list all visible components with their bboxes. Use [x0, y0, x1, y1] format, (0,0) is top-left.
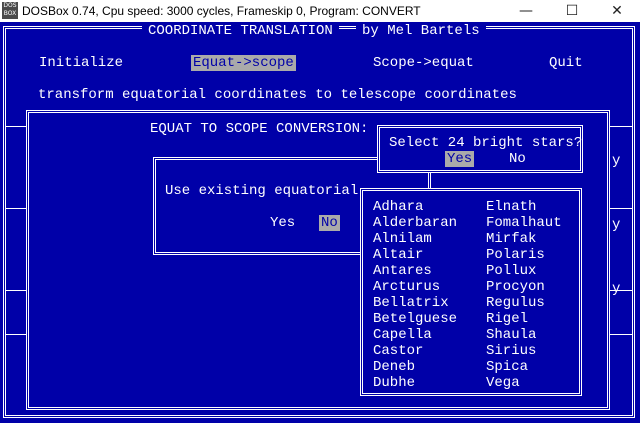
dosbox-icon: DOS BOX: [2, 2, 18, 19]
star-item[interactable]: Betelguese: [373, 311, 457, 327]
star-item[interactable]: Spica: [486, 359, 528, 375]
existing-no-option[interactable]: No: [319, 215, 340, 231]
description-text: transform equatorial coordinates to tele…: [38, 87, 517, 103]
window-title: DOSBox 0.74, Cpu speed: 3000 cycles, Fra…: [22, 4, 421, 18]
frame-tick: [6, 208, 26, 209]
frame-tick: [608, 334, 633, 335]
menu-equat-to-scope[interactable]: Equat->scope: [191, 55, 296, 71]
window-titlebar[interactable]: DOS BOX DOSBox 0.74, Cpu speed: 3000 cyc…: [0, 0, 640, 22]
star-item[interactable]: Procyon: [486, 279, 545, 295]
star-item[interactable]: Vega: [486, 375, 520, 391]
select-stars-prompt: Select 24 bright stars?: [389, 135, 583, 151]
star-item[interactable]: Sirius: [486, 343, 536, 359]
star-item[interactable]: Deneb: [373, 359, 415, 375]
star-item[interactable]: Capella: [373, 327, 432, 343]
existing-yes-option[interactable]: Yes: [270, 215, 295, 231]
star-item[interactable]: Adhara: [373, 199, 423, 215]
star-item[interactable]: Alnilam: [373, 231, 432, 247]
frame-tick: [6, 290, 26, 291]
dos-screen: COORDINATE TRANSLATION by Mel Bartels In…: [0, 22, 640, 423]
star-item[interactable]: Pollux: [486, 263, 536, 279]
right-edge-char: y: [612, 281, 621, 297]
close-button[interactable]: ✕: [594, 0, 640, 22]
star-item[interactable]: Rigel: [486, 311, 528, 327]
right-edge-char: y: [612, 217, 621, 233]
menu-initialize[interactable]: Initialize: [39, 55, 123, 71]
conversion-title: EQUAT TO SCOPE CONVERSION:: [150, 121, 369, 137]
star-item[interactable]: Dubhe: [373, 375, 415, 391]
star-item[interactable]: Castor: [373, 343, 423, 359]
dosbox-window: DOS BOX DOSBox 0.74, Cpu speed: 3000 cyc…: [0, 0, 640, 423]
star-item[interactable]: Alderbaran: [373, 215, 457, 231]
frame-tick: [608, 126, 633, 127]
frame-tick: [6, 334, 26, 335]
frame-tick: [608, 208, 633, 209]
stars-yes-option[interactable]: Yes: [445, 151, 475, 167]
star-item[interactable]: Altair: [373, 247, 423, 263]
star-item[interactable]: Elnath: [486, 199, 536, 215]
star-item[interactable]: Arcturus: [373, 279, 440, 295]
maximize-button[interactable]: ☐: [549, 0, 595, 22]
frame-tick: [6, 126, 26, 127]
star-item[interactable]: Antares: [373, 263, 432, 279]
existing-equatorial-prompt: Use existing equatorial: [165, 183, 359, 199]
menu-quit[interactable]: Quit: [549, 55, 583, 71]
program-author: by Mel Bartels: [356, 23, 486, 39]
star-item[interactable]: Bellatrix: [373, 295, 449, 311]
stars-no-option[interactable]: No: [509, 151, 526, 167]
program-title: COORDINATE TRANSLATION: [142, 23, 339, 39]
star-item[interactable]: Shaula: [486, 327, 536, 343]
star-item[interactable]: Fomalhaut: [486, 215, 562, 231]
minimize-button[interactable]: —: [503, 0, 549, 22]
star-item[interactable]: Mirfak: [486, 231, 536, 247]
menu-scope-to-equat[interactable]: Scope->equat: [373, 55, 474, 71]
right-edge-char: y: [612, 153, 621, 169]
star-item[interactable]: Polaris: [486, 247, 545, 263]
star-item[interactable]: Regulus: [486, 295, 545, 311]
